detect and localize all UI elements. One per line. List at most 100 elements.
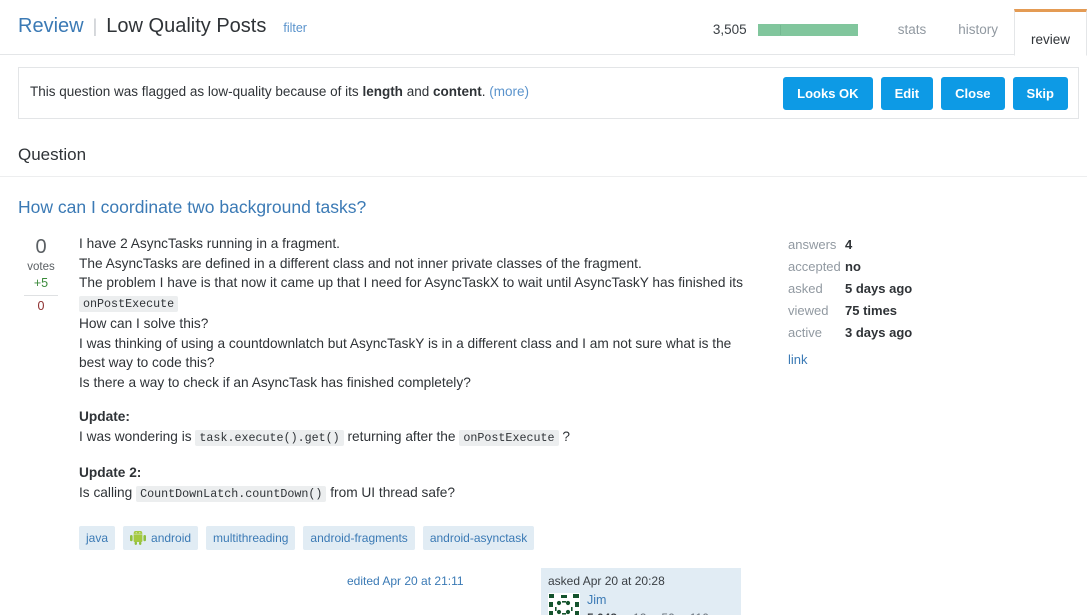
stat-value-active: 3 days ago	[845, 325, 913, 340]
vote-column: 0 votes +5 0	[18, 234, 64, 314]
question-link[interactable]: link	[788, 352, 808, 367]
filter-link[interactable]: filter	[283, 21, 307, 35]
tag-list: java android multithreading android-frag…	[79, 526, 1087, 550]
header-breadcrumb: Review | Low Quality Posts filter	[18, 15, 307, 38]
post-line-3: The problem I have is that now it came u…	[79, 273, 757, 314]
page-header: Review | Low Quality Posts filter 3,505 …	[0, 0, 1087, 56]
tag-label-android-asynctask: android-asynctask	[429, 531, 528, 545]
tag-android-asynctask[interactable]: android-asynctask	[422, 526, 535, 550]
tag-label-android: android	[151, 531, 192, 545]
update-2-heading: Update 2:	[79, 465, 142, 480]
update-1-after: ?	[558, 428, 570, 444]
flag-more-link[interactable]: (more)	[489, 84, 529, 99]
vote-downvotes: 0	[37, 299, 45, 313]
breadcrumb-separator: |	[92, 16, 98, 36]
review-count: 3,505	[712, 22, 747, 37]
section-divider	[0, 176, 1087, 177]
bronze-badge-count: 110	[690, 610, 709, 615]
inline-code-onpostexecute: onPostExecute	[79, 295, 179, 312]
tab-history[interactable]: history	[942, 0, 1014, 55]
owner-user-card: asked Apr 20 at 20:28 Jim	[541, 568, 741, 615]
tag-label-android-fragments: android-fragments	[310, 531, 408, 545]
update-1-heading: Update:	[79, 409, 130, 424]
paragraph-gap-2	[79, 448, 757, 463]
breadcrumb-review-link[interactable]: Review	[18, 15, 84, 38]
tag-multithreading[interactable]: multithreading	[206, 526, 296, 550]
stat-value-answers: 4	[845, 237, 853, 252]
progress-bar-fill	[757, 23, 858, 36]
update-1-text: I was wondering is task.execute().get() …	[79, 427, 757, 449]
user-name-link[interactable]: Jim	[587, 593, 714, 608]
stat-key-active: active	[788, 325, 822, 340]
flag-reason-content: content	[432, 84, 482, 99]
inline-code-task-execute-get: task.execute().get()	[195, 429, 344, 446]
looks-ok-button[interactable]: Looks OK	[783, 77, 873, 110]
review-actions: Looks OK Edit Close Skip	[783, 77, 1068, 110]
tag-label-java: java	[86, 531, 109, 545]
skip-button[interactable]: Skip	[1012, 77, 1068, 110]
reputation-score: 5,048	[587, 610, 617, 615]
silver-badge-count: 50	[661, 610, 674, 615]
question-post-text: I have 2 AsyncTasks running in a fragmen…	[79, 234, 757, 504]
flag-text-before: This question was flagged as low-quality…	[30, 84, 363, 99]
vote-score: 0	[35, 236, 47, 258]
stat-row-viewed: viewed 75 times	[788, 300, 1048, 322]
tab-stats[interactable]: stats	[882, 0, 943, 55]
silver-badge: 50	[651, 610, 675, 615]
progress-bar-tick	[779, 24, 781, 35]
post-line-5: I was thinking of using a countdownlatch…	[79, 335, 732, 371]
stat-key-answers: answers	[788, 237, 837, 252]
stat-value-accepted: no	[845, 259, 861, 274]
update-1-middle: returning after the	[343, 428, 460, 444]
question-title-link[interactable]: How can I coordinate two background task…	[18, 197, 366, 218]
vote-divider	[24, 295, 58, 296]
post-line-6: Is there a way to check if an AsyncTask …	[79, 374, 471, 390]
vote-upvotes: +5	[33, 276, 49, 290]
android-icon	[130, 531, 147, 545]
gold-badge: 12	[623, 610, 646, 615]
stat-row-active: active 3 days ago	[788, 322, 1048, 344]
post-line-3-text: The problem I have is that now it came u…	[79, 275, 743, 290]
stat-value-viewed: 75 times	[845, 303, 898, 318]
stat-key-accepted: accepted	[788, 259, 841, 274]
tag-android-fragments[interactable]: android-fragments	[303, 526, 415, 550]
tag-android[interactable]: android	[123, 526, 199, 550]
post-line-2: The AsyncTasks are defined in a differen…	[79, 255, 642, 271]
page-title: Low Quality Posts	[106, 15, 267, 37]
user-details: Jim 5,048 12 50 110	[548, 593, 734, 615]
review-progress: 3,505	[713, 22, 858, 37]
user-info: Jim 5,048 12 50 110	[587, 593, 714, 615]
update-1-before: I was wondering is	[79, 428, 196, 444]
edit-button[interactable]: Edit	[880, 77, 934, 110]
gold-badge-count: 12	[633, 610, 646, 615]
edited-timestamp-link[interactable]: edited Apr 20 at 21:11	[347, 574, 464, 588]
close-button[interactable]: Close	[941, 77, 1005, 110]
post-line-1: I have 2 AsyncTasks running in a fragmen…	[79, 236, 340, 251]
question-body-wrapper: 0 votes +5 0 I have 2 AsyncTasks running…	[0, 234, 1087, 615]
progress-bar	[757, 23, 858, 36]
tab-review[interactable]: review	[1013, 9, 1087, 56]
inline-code-onpostexecute-2: onPostExecute	[459, 429, 559, 446]
update-2-before: Is calling	[79, 484, 137, 500]
stat-value-asked: 5 days ago	[845, 281, 913, 296]
post-signature-row: edited Apr 20 at 21:11 asked Apr 20 at 2…	[0, 568, 1087, 615]
update-2-text: Is calling CountDownLatch.countDown() fr…	[79, 483, 757, 505]
avatar[interactable]	[548, 593, 580, 615]
asked-timestamp: asked Apr 20 at 20:28	[548, 574, 665, 588]
stat-row-answers: answers 4	[788, 234, 1048, 256]
bronze-badge: 110	[679, 610, 709, 615]
vote-label: votes	[27, 261, 55, 273]
flag-text-between: and	[402, 84, 433, 99]
inline-code-countdownlatch: CountDownLatch.countDown()	[136, 485, 327, 502]
user-reputation-row: 5,048 12 50 110	[587, 610, 714, 615]
section-heading: Question	[18, 145, 87, 164]
flag-banner-text: This question was flagged as low-quality…	[30, 84, 529, 99]
flag-banner: This question was flagged as low-quality…	[18, 67, 1079, 119]
tag-java[interactable]: java	[79, 526, 116, 550]
flag-reason-length: length	[362, 84, 403, 99]
question-stats-panel: answers 4 accepted no asked 5 days ago v…	[788, 234, 1048, 367]
stat-key-viewed: viewed	[788, 303, 829, 318]
update-2-after: from UI thread safe?	[326, 484, 455, 500]
header-right-group: 3,505 stats history review	[713, 0, 1087, 56]
tag-label-multithreading: multithreading	[213, 531, 289, 545]
